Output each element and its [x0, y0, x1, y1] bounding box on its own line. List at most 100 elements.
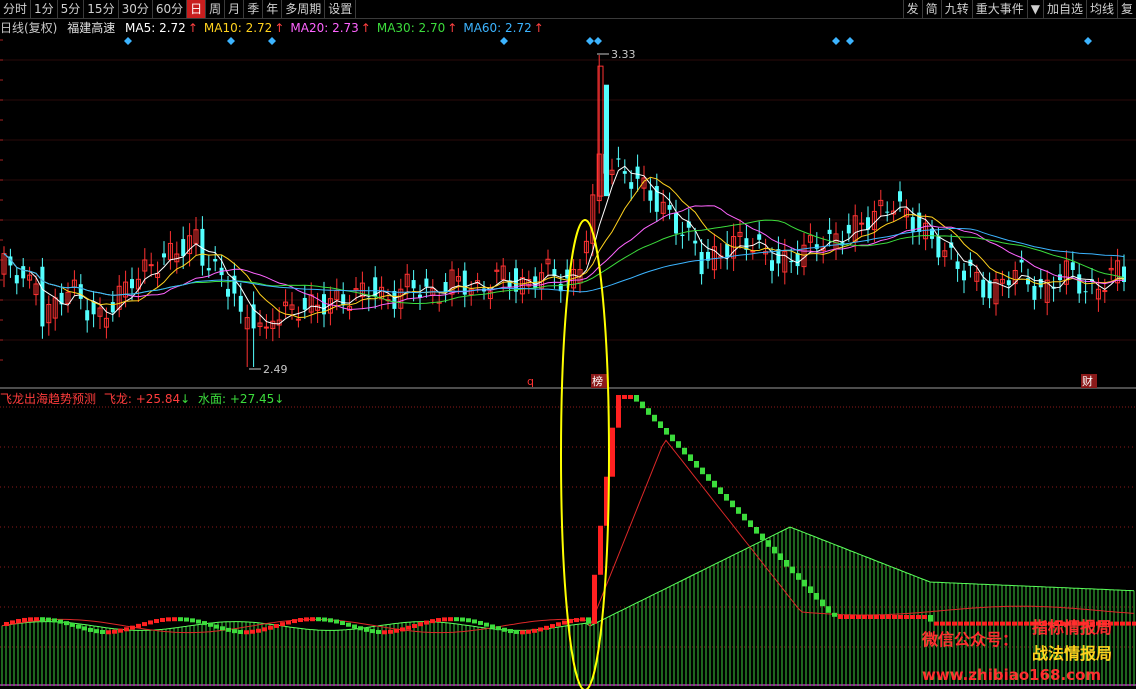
dragon-block	[466, 618, 471, 623]
event-diamond-icon	[124, 37, 132, 45]
dragon-block	[958, 621, 963, 626]
dragon-block	[478, 620, 483, 625]
dragon-block	[892, 615, 897, 619]
candle-body	[981, 279, 986, 298]
dragon-block	[166, 617, 171, 622]
dragon-block	[412, 624, 417, 629]
dragon-block	[886, 615, 891, 619]
candle-body	[392, 290, 397, 309]
dragon-block	[28, 617, 33, 622]
dragon-block	[64, 621, 69, 626]
dragon-block	[856, 615, 861, 619]
dragon-block	[388, 629, 393, 634]
candle-body	[148, 264, 154, 267]
candle-body	[629, 182, 634, 189]
dragon-block	[934, 621, 939, 626]
candle-body	[699, 252, 704, 275]
dragon-block	[262, 627, 267, 632]
candle-body	[238, 295, 243, 312]
dragon-block	[424, 620, 429, 625]
watermark-line2: 微信公众号：	[922, 630, 1019, 649]
dragon-block	[46, 617, 51, 622]
dragon-block	[172, 617, 177, 622]
dragon-block	[394, 628, 399, 633]
dragon-block	[700, 467, 705, 475]
event-diamond-icon	[268, 37, 276, 45]
dragon-block	[76, 624, 81, 629]
event-diamond-icon	[846, 37, 854, 45]
candle-body	[962, 270, 966, 281]
dragon-block	[214, 624, 219, 629]
marker-bang: 榜	[592, 374, 603, 388]
dragon-block	[784, 560, 789, 567]
dragon-block	[820, 599, 825, 607]
candle-body	[1006, 280, 1011, 286]
dragon-block	[490, 624, 495, 629]
dragon-block	[340, 621, 345, 626]
dragon-block	[598, 525, 603, 575]
dragon-block	[40, 617, 45, 622]
candle-body	[885, 211, 890, 213]
dragon-block	[406, 625, 411, 630]
dragon-block	[502, 627, 507, 632]
candle-body	[226, 288, 230, 297]
dragon-block	[778, 553, 783, 560]
dragon-block	[328, 618, 333, 623]
dragon-block	[916, 615, 921, 619]
candle-body	[1102, 290, 1108, 293]
dragon-block	[922, 615, 927, 619]
dragon-block	[802, 579, 807, 587]
dragon-block	[292, 619, 297, 624]
dragon-block	[70, 622, 75, 627]
dragon-block	[838, 615, 843, 619]
dragon-block	[964, 621, 969, 626]
candle-body	[130, 279, 134, 289]
dragon-block	[4, 622, 9, 627]
candle-body	[898, 191, 902, 202]
candle-body	[443, 281, 448, 292]
event-diamond-icon	[1084, 37, 1092, 45]
dragon-block	[970, 621, 975, 626]
dragon-block	[400, 627, 405, 632]
chart-area[interactable]: 3.33 2.49 q 榜 财	[0, 0, 1136, 689]
dragon-block	[280, 622, 285, 627]
dragon-block	[1126, 621, 1131, 626]
dragon-block	[658, 421, 663, 428]
dragon-block	[538, 627, 543, 632]
candle-body	[1122, 266, 1126, 283]
dragon-block	[772, 546, 777, 554]
dragon-block	[976, 621, 981, 626]
dragon-block	[616, 395, 621, 428]
dragon-block	[298, 618, 303, 623]
dragon-block	[946, 621, 951, 626]
dragon-block	[130, 625, 135, 630]
dragon-block	[928, 615, 933, 622]
marker-q: q	[527, 375, 534, 388]
dragon-block	[790, 566, 795, 574]
dragon-block	[106, 630, 111, 635]
candle-body	[295, 318, 301, 321]
dragon-block	[634, 395, 639, 402]
dragon-block	[148, 620, 153, 625]
surge-candle	[604, 84, 609, 197]
dragon-block	[124, 627, 129, 632]
dragon-block	[544, 625, 549, 630]
dragon-block	[592, 574, 597, 624]
dragon-block	[118, 628, 123, 633]
dragon-block	[952, 621, 957, 626]
watermark-line3: 战法情报局	[1032, 644, 1113, 663]
candle-body	[21, 266, 26, 279]
dragon-block	[826, 606, 831, 613]
dragon-block	[58, 619, 63, 624]
candle-body	[206, 268, 211, 271]
dragon-block	[550, 624, 555, 629]
dragon-block	[208, 622, 213, 627]
dragon-block	[646, 408, 651, 415]
dragon-block	[730, 500, 735, 508]
dragon-block	[628, 395, 633, 399]
dragon-block	[16, 618, 21, 623]
dragon-block	[796, 573, 801, 580]
dragon-block	[178, 617, 183, 622]
dragon-block	[622, 395, 627, 399]
dragon-block	[448, 617, 453, 622]
